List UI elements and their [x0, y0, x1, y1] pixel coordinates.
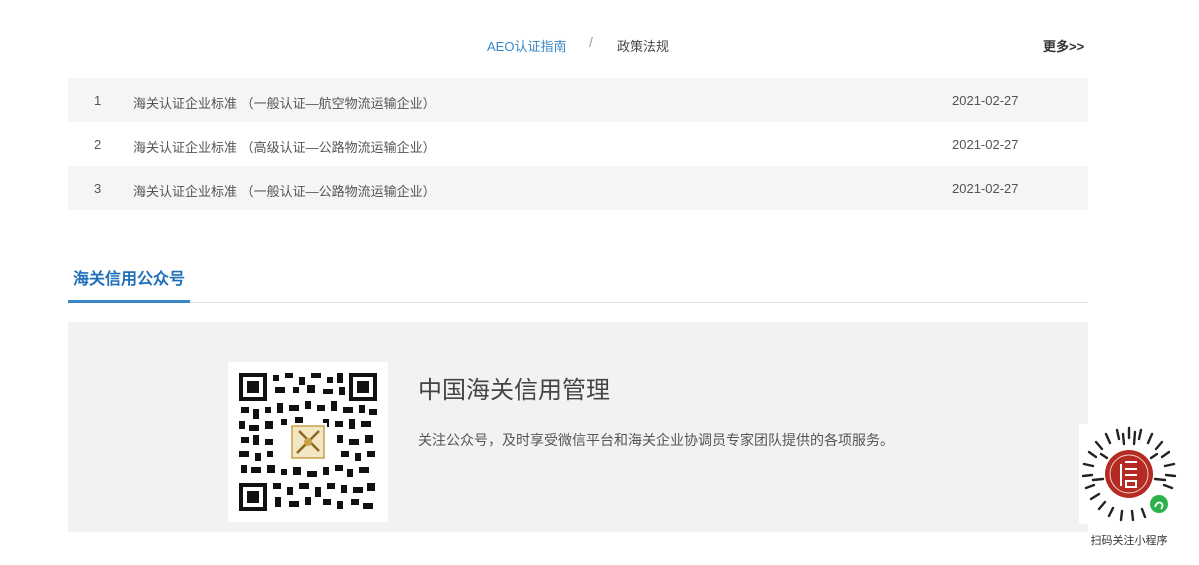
mini-program-code[interactable]: [1079, 424, 1179, 524]
item-title-link[interactable]: 海关认证企业标准 （一般认证—公路物流运输企业）: [133, 181, 436, 200]
list-item[interactable]: 2 海关认证企业标准 （高级认证—公路物流运输企业） 2021-02-27: [68, 122, 1088, 166]
wechat-info-panel: 中国海关信用管理 关注公众号，及时享受微信平台和海关企业协调员专家团队提供的各项…: [68, 322, 1088, 532]
qr-code-icon: [237, 371, 379, 513]
panel-description: 关注公众号，及时享受微信平台和海关企业协调员专家团队提供的各项服务。: [418, 432, 894, 448]
tab-bar: AEO认证指南 / 政策法规 更多>>: [0, 30, 1199, 56]
mini-program-code-icon: [1081, 426, 1177, 522]
tab-separator: /: [589, 34, 593, 50]
section-title-tab[interactable]: 海关信用公众号: [68, 263, 190, 303]
item-index: 2: [94, 137, 102, 152]
item-index: 1: [94, 93, 102, 108]
list-item[interactable]: 1 海关认证企业标准 （一般认证—航空物流运输企业） 2021-02-27: [68, 78, 1088, 122]
panel-title: 中国海关信用管理: [418, 377, 610, 404]
qr-code: [228, 362, 388, 522]
article-list: 1 海关认证企业标准 （一般认证—航空物流运输企业） 2021-02-27 2 …: [68, 78, 1088, 210]
item-index: 3: [94, 181, 102, 196]
tab-aeo-guide[interactable]: AEO认证指南: [487, 36, 566, 55]
item-date: 2021-02-27: [952, 93, 1019, 108]
item-date: 2021-02-27: [952, 181, 1019, 196]
item-title-link[interactable]: 海关认证企业标准 （高级认证—公路物流运输企业）: [133, 137, 436, 156]
list-item[interactable]: 3 海关认证企业标准 （一般认证—公路物流运输企业） 2021-02-27: [68, 166, 1088, 210]
more-link[interactable]: 更多>>: [1043, 36, 1084, 55]
section-header: 海关信用公众号: [68, 263, 1088, 303]
item-date: 2021-02-27: [952, 137, 1019, 152]
item-title-link[interactable]: 海关认证企业标准 （一般认证—航空物流运输企业）: [133, 93, 436, 112]
mini-program-label: 扫码关注小程序: [1090, 535, 1168, 547]
tab-policy-regulations[interactable]: 政策法规: [617, 36, 669, 55]
